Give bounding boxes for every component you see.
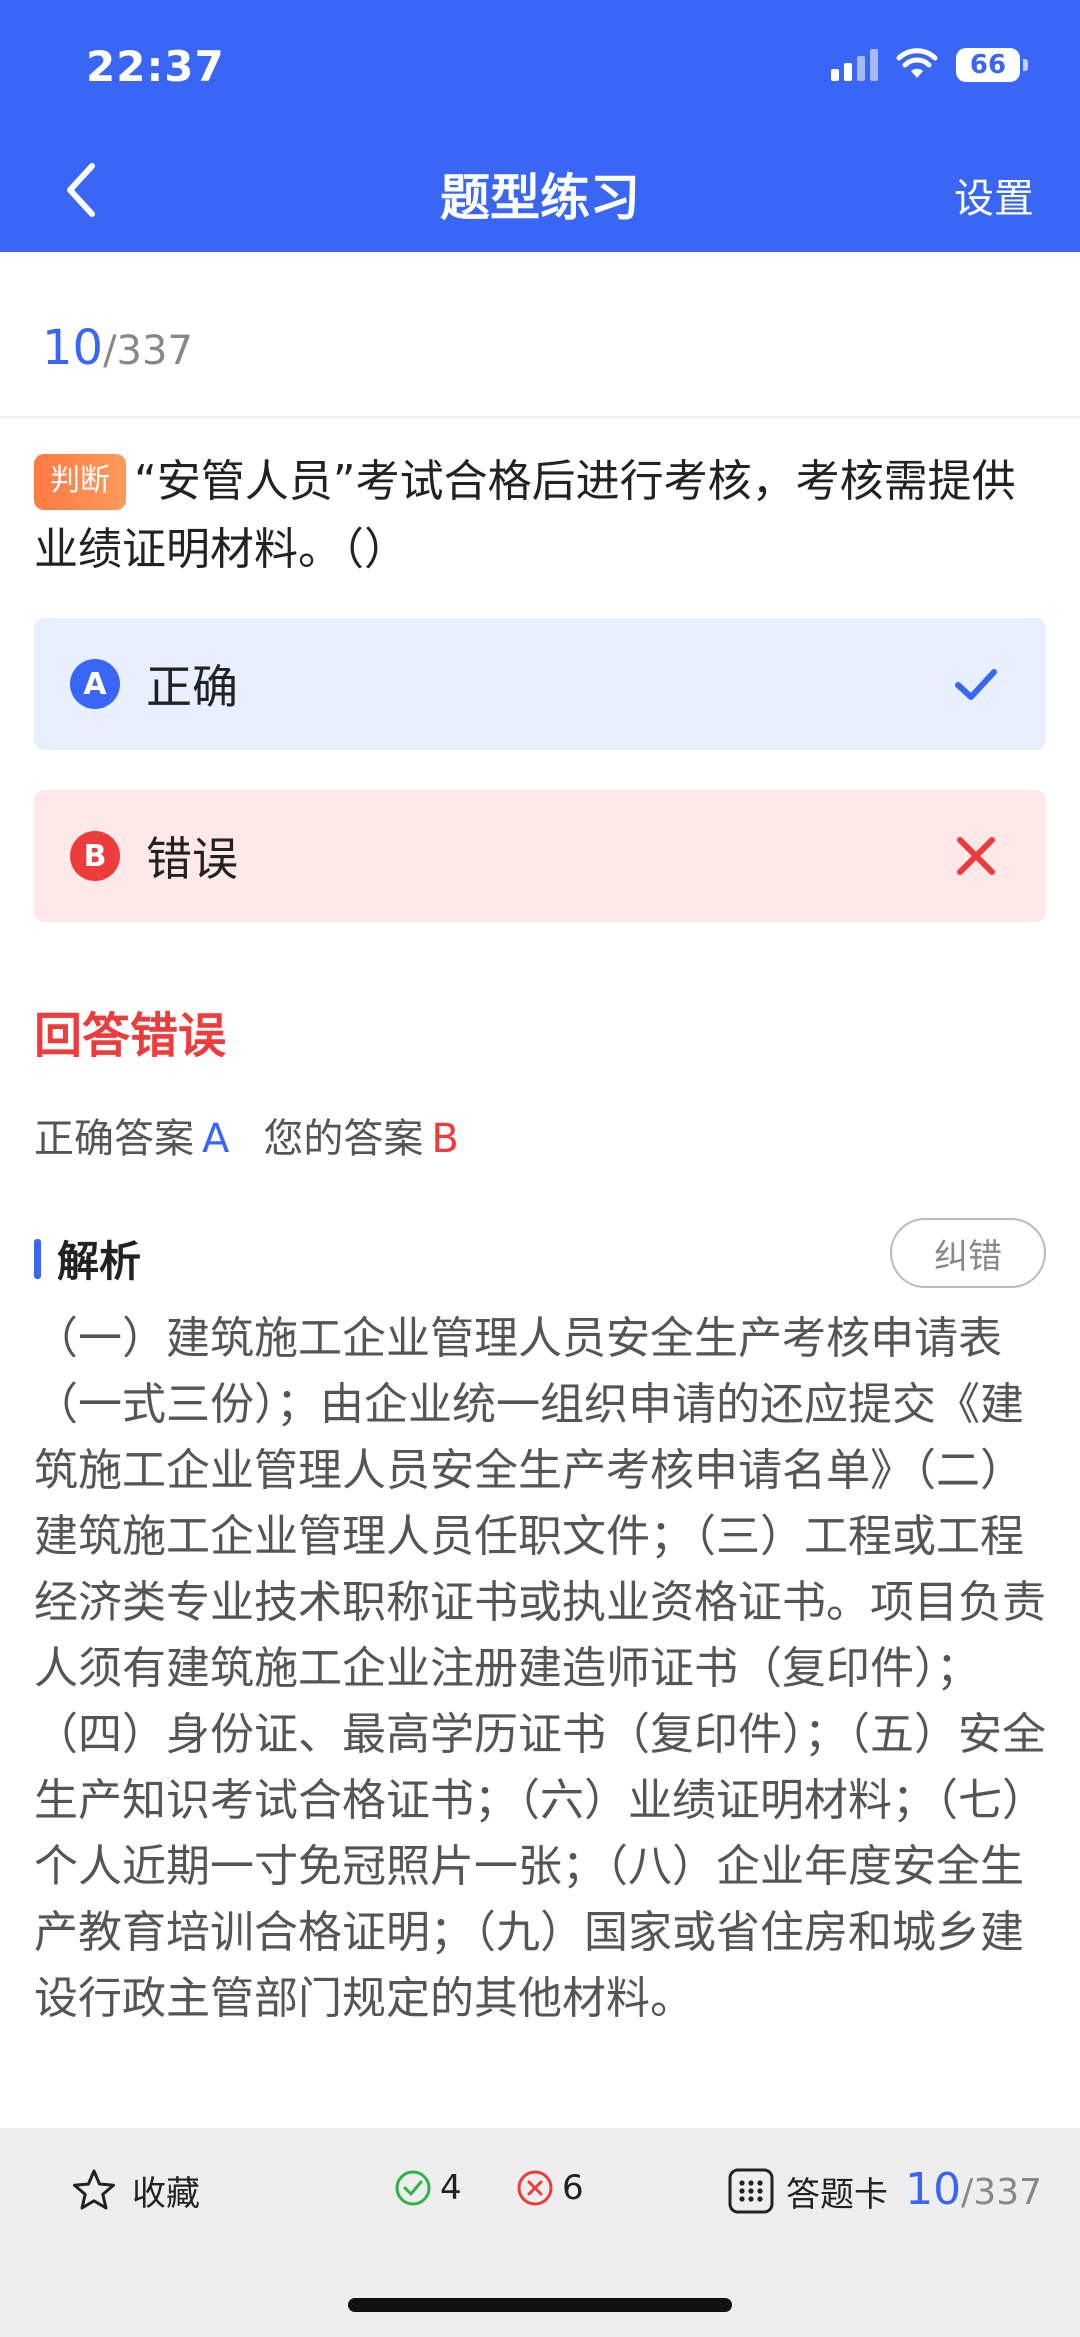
top-bar: 22:37 66 题型练习 设置 bbox=[0, 0, 1080, 252]
option-a-label: 正确 bbox=[146, 660, 238, 714]
wifi-icon bbox=[896, 48, 938, 78]
cellular-signal-icon bbox=[831, 49, 878, 81]
report-error-button[interactable]: 纠错 bbox=[890, 1218, 1046, 1288]
option-b-label: 错误 bbox=[146, 832, 238, 886]
option-b-letter: B bbox=[70, 831, 120, 881]
current-question-number: 10 bbox=[42, 320, 104, 376]
your-answer-label: 您的答案 bbox=[263, 1116, 424, 1162]
progress-row: 10/337 bbox=[0, 252, 1080, 418]
answer-summary: 正确答案 A 您的答案 B bbox=[34, 1106, 459, 1164]
status-icons: 66 bbox=[831, 48, 1028, 82]
battery-icon: 66 bbox=[956, 48, 1028, 82]
settings-button[interactable]: 设置 bbox=[954, 166, 1034, 224]
star-icon bbox=[73, 2169, 115, 2209]
bottom-question-counter: 10/337 bbox=[905, 2164, 1042, 2215]
answer-card-label: 答题卡 bbox=[786, 2174, 888, 2215]
option-a-letter: A bbox=[70, 659, 120, 709]
analysis-header: 解析 bbox=[34, 1228, 141, 1289]
cross-icon bbox=[957, 837, 995, 875]
correct-count-value: 4 bbox=[440, 2168, 462, 2208]
grid-icon bbox=[728, 2168, 774, 2214]
question-type-badge: 判断 bbox=[34, 454, 126, 510]
favorite-button[interactable]: 收藏 bbox=[70, 2166, 200, 2215]
total-questions: /337 bbox=[103, 328, 193, 374]
page-title: 题型练习 bbox=[440, 169, 640, 227]
question-text-block: 判断 “安管人员”考试合格后进行考核，考核需提供业绩证明材料。（） bbox=[34, 448, 1044, 584]
check-icon bbox=[955, 669, 997, 700]
question-counter: 10/337 bbox=[42, 320, 193, 376]
status-time: 22:37 bbox=[86, 42, 225, 91]
option-a[interactable]: A 正确 bbox=[34, 618, 1046, 750]
battery-level: 66 bbox=[956, 48, 1020, 82]
favorite-label: 收藏 bbox=[132, 2174, 200, 2214]
bottom-current-number: 10 bbox=[905, 2164, 962, 2215]
section-marker bbox=[34, 1238, 41, 1279]
result-title: 回答错误 bbox=[34, 1008, 227, 1064]
your-answer-value: B bbox=[431, 1116, 459, 1162]
analysis-title: 解析 bbox=[57, 1237, 142, 1286]
correct-answer-value: A bbox=[202, 1116, 230, 1162]
cross-circle-icon bbox=[517, 2170, 553, 2206]
answer-card-button[interactable]: 答题卡 bbox=[726, 2166, 888, 2216]
check-circle-icon bbox=[395, 2170, 431, 2206]
correct-answer-label: 正确答案 bbox=[34, 1116, 194, 1162]
question-text: “安管人员”考试合格后进行考核，考核需提供业绩证明材料。（） bbox=[34, 456, 1016, 575]
wrong-count-value: 6 bbox=[562, 2168, 584, 2208]
correct-count: 4 bbox=[394, 2168, 462, 2208]
analysis-text: （一）建筑施工企业管理人员安全生产考核申请表（一式三份）；由企业统一组织申请的还… bbox=[34, 1313, 1046, 2024]
home-indicator bbox=[348, 2298, 732, 2312]
option-b[interactable]: B 错误 bbox=[34, 790, 1046, 922]
bottom-total: /337 bbox=[961, 2172, 1042, 2213]
wrong-count: 6 bbox=[516, 2168, 584, 2208]
